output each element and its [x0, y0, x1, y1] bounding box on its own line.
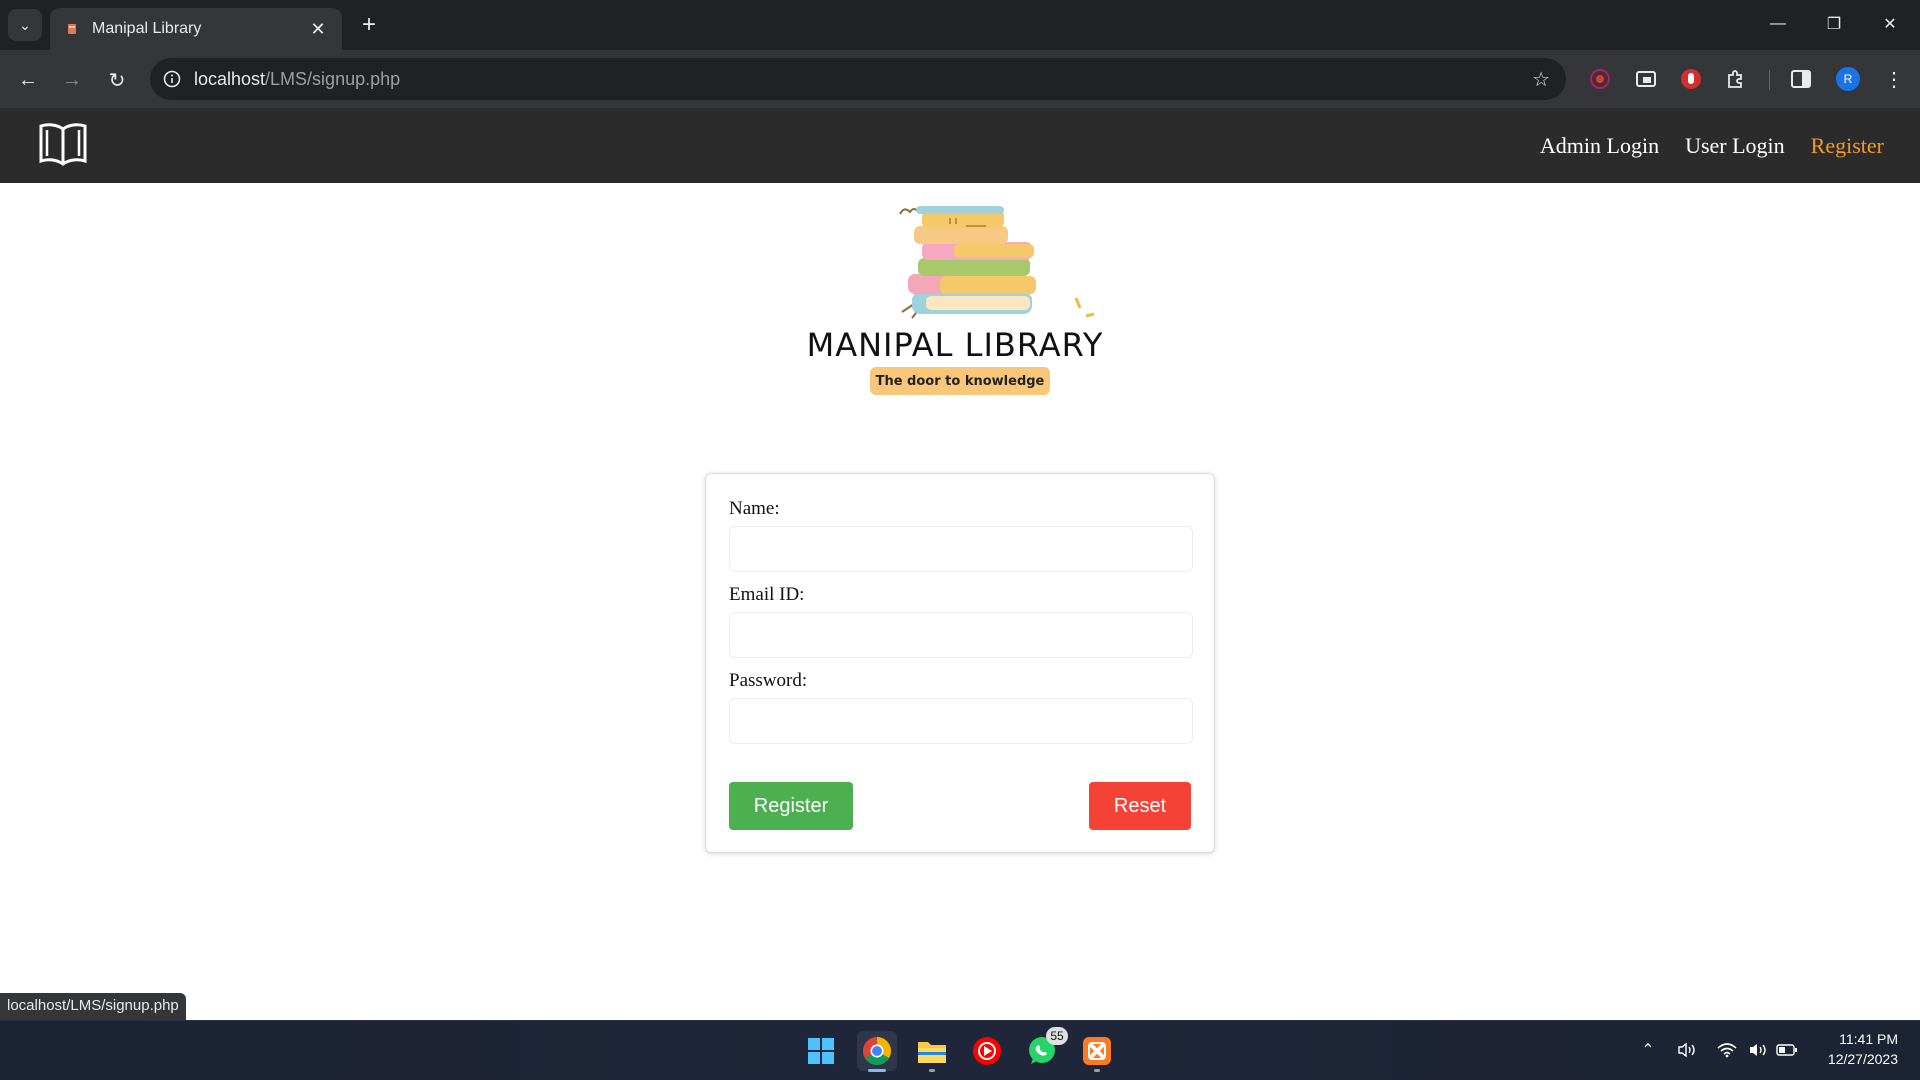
- active-indicator: [868, 1069, 886, 1072]
- url-text: localhost/LMS/signup.php: [194, 68, 401, 89]
- browser-tab[interactable]: Manipal Library ✕: [50, 8, 342, 50]
- reset-button[interactable]: Reset: [1089, 782, 1191, 830]
- windows-taskbar: 55: [0, 1020, 1920, 1080]
- book-stack-illustration: [899, 206, 1095, 319]
- extension-hand-icon[interactable]: [1677, 65, 1705, 93]
- browser-menu-icon[interactable]: ⋮: [1880, 65, 1908, 93]
- nav-links: Admin Login User Login Register: [1540, 108, 1884, 183]
- password-label: Password:: [729, 670, 808, 691]
- file-explorer-icon[interactable]: [912, 1031, 952, 1072]
- forward-icon[interactable]: →: [56, 64, 88, 96]
- favicon-icon: [64, 21, 80, 37]
- signup-form-card: Name: Email ID: Password: Register Reset: [705, 473, 1215, 853]
- volume-icon[interactable]: [1746, 1040, 1770, 1060]
- browser-tab-strip: ⌄ Manipal Library ✕ + — ❐ ✕: [0, 0, 1920, 50]
- email-input[interactable]: [729, 612, 1193, 658]
- speaker-alt-icon[interactable]: [1675, 1040, 1699, 1060]
- bookmark-star-icon[interactable]: ☆: [1532, 67, 1550, 92]
- nav-admin-login[interactable]: Admin Login: [1540, 133, 1659, 159]
- clock-time: 11:41 PM: [1839, 1031, 1898, 1047]
- open-book-logo-icon[interactable]: [38, 121, 88, 167]
- close-tab-icon[interactable]: ✕: [308, 19, 328, 40]
- nav-register[interactable]: Register: [1811, 133, 1884, 159]
- nav-user-login[interactable]: User Login: [1685, 133, 1785, 159]
- chevron-up-icon[interactable]: ⌃: [1636, 1040, 1660, 1060]
- extension-screen-icon[interactable]: [1632, 65, 1660, 93]
- clock-date: 12/27/2023: [1827, 1051, 1898, 1067]
- toolbar-separator: [1769, 70, 1770, 90]
- extension-record-icon[interactable]: [1586, 65, 1614, 93]
- extensions-puzzle-icon[interactable]: [1722, 65, 1750, 93]
- chevron-down-icon: ⌄: [19, 16, 31, 33]
- running-indicator: [929, 1069, 935, 1072]
- name-input[interactable]: [729, 526, 1193, 572]
- site-navbar: Admin Login User Login Register: [0, 108, 1920, 183]
- link-status-bubble: localhost/LMS/signup.php: [0, 993, 186, 1020]
- brand-tagline: The door to knowledge: [870, 367, 1050, 395]
- email-label: Email ID:: [729, 584, 805, 605]
- browser-toolbar: ← → ↻ localhost/LMS/signup.php ☆ R ⋮: [0, 50, 1920, 108]
- running-indicator: [1094, 1069, 1100, 1072]
- xampp-icon[interactable]: [1077, 1031, 1117, 1072]
- name-label: Name:: [729, 498, 780, 519]
- wifi-icon[interactable]: [1715, 1040, 1739, 1060]
- whatsapp-badge: 55: [1046, 1027, 1068, 1045]
- windows-start-icon[interactable]: [801, 1031, 841, 1071]
- minimize-icon[interactable]: —: [1758, 8, 1798, 40]
- whatsapp-icon[interactable]: 55: [1022, 1027, 1068, 1071]
- close-window-icon[interactable]: ✕: [1870, 8, 1910, 40]
- reload-icon[interactable]: ↻: [101, 64, 133, 96]
- address-bar[interactable]: localhost/LMS/signup.php ☆: [150, 58, 1566, 100]
- chrome-icon[interactable]: [857, 1031, 897, 1072]
- side-panel-icon[interactable]: [1787, 65, 1815, 93]
- restore-icon[interactable]: ❐: [1814, 8, 1854, 40]
- tab-title: Manipal Library: [92, 20, 202, 37]
- new-tab-button[interactable]: +: [354, 10, 384, 40]
- brand-title: MANIPAL LIBRARY: [806, 326, 1104, 364]
- profile-avatar[interactable]: R: [1836, 67, 1860, 91]
- battery-icon[interactable]: [1775, 1040, 1799, 1060]
- system-clock[interactable]: 11:41 PM 12/27/2023: [1828, 1029, 1898, 1069]
- youtube-music-icon[interactable]: [967, 1031, 1007, 1071]
- site-info-icon[interactable]: [150, 70, 194, 88]
- back-icon[interactable]: ←: [12, 64, 44, 96]
- tab-search-button[interactable]: ⌄: [8, 9, 42, 41]
- register-button[interactable]: Register: [729, 782, 853, 830]
- library-logo: MANIPAL LIBRARY The door to knowledge: [780, 196, 1140, 406]
- password-input[interactable]: [729, 698, 1193, 744]
